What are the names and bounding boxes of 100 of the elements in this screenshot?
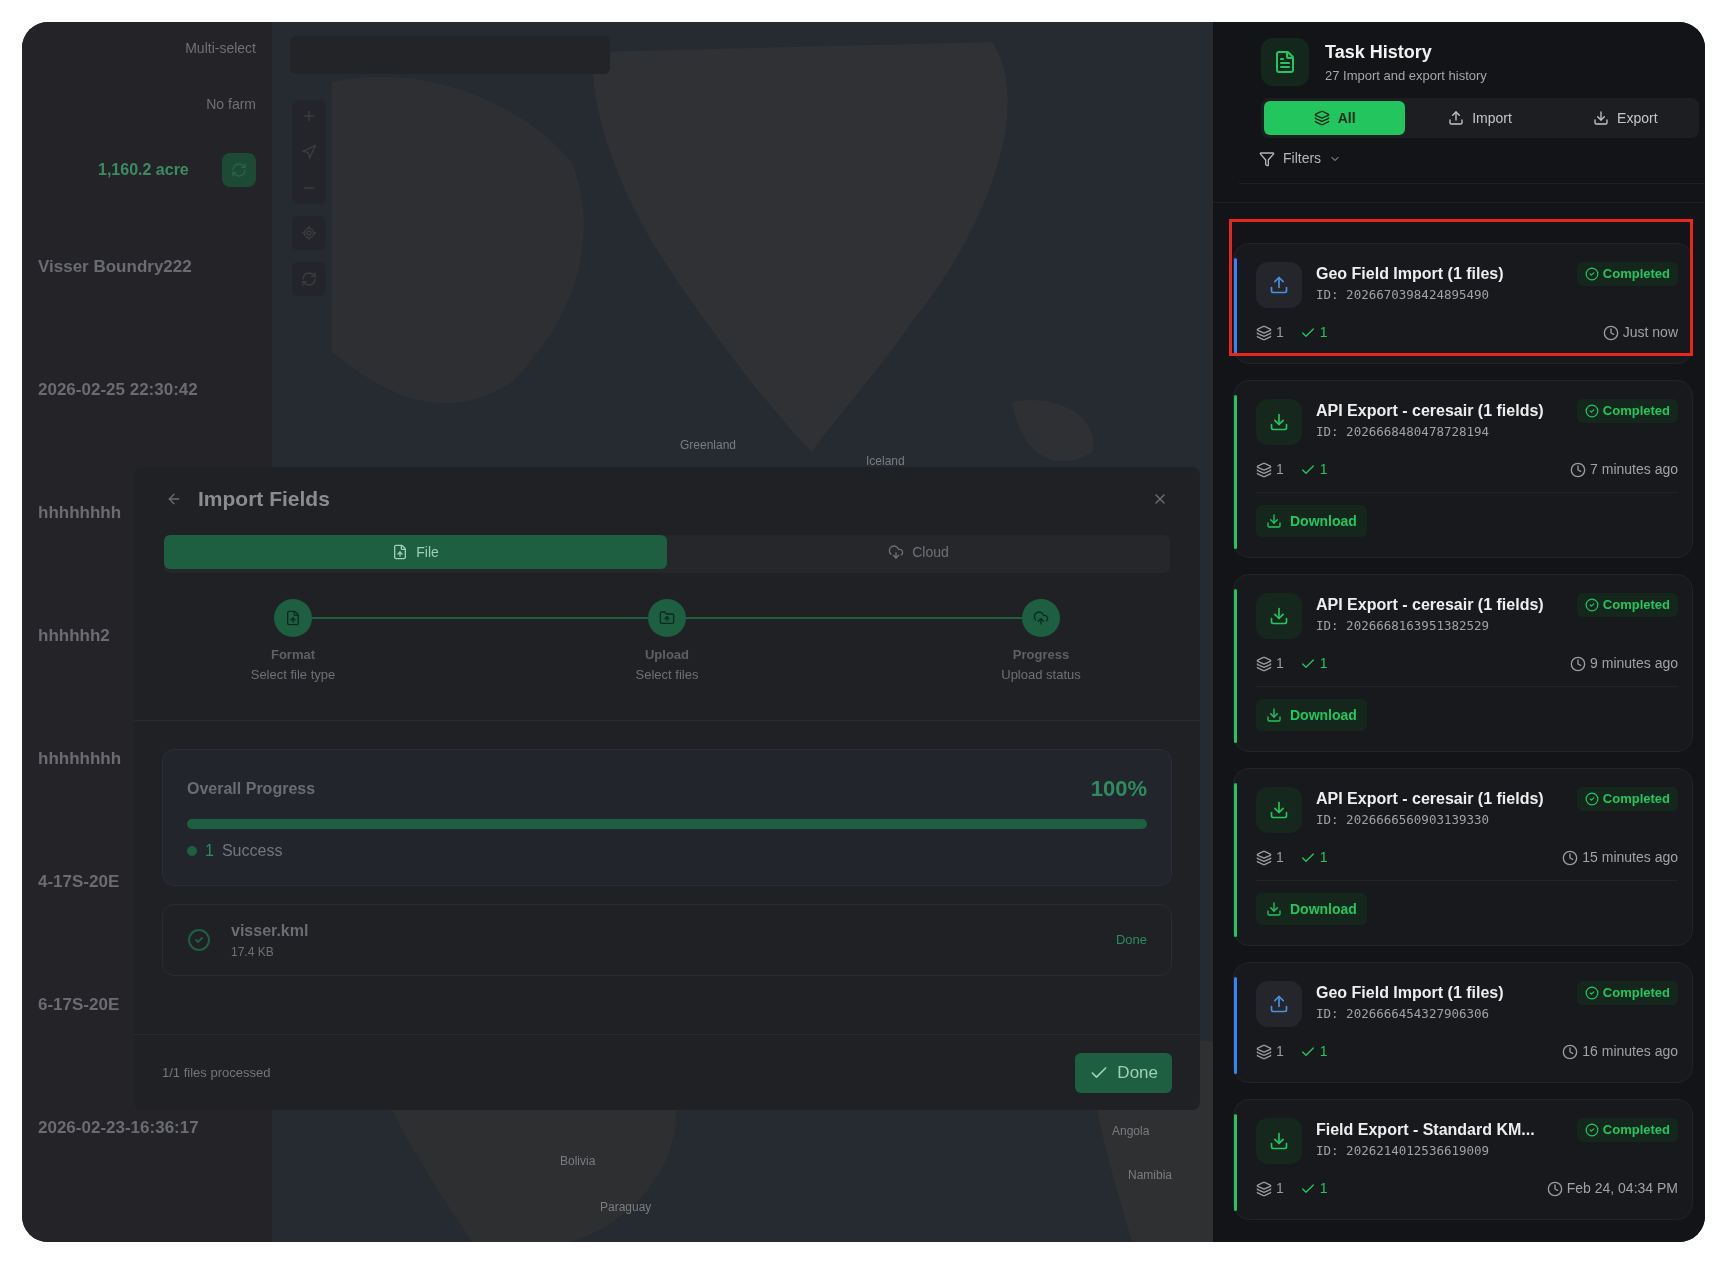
layers-icon bbox=[1256, 655, 1272, 672]
map-label: Greenland bbox=[680, 437, 737, 454]
file-count: 1 bbox=[1276, 460, 1284, 479]
panel-title: Task History bbox=[1325, 40, 1433, 64]
panel-subtitle: 27 Import and export history bbox=[1325, 66, 1487, 85]
dialog-title: Import Fields bbox=[198, 486, 330, 513]
task-id: ID: 2026670398424895490 bbox=[1316, 286, 1491, 304]
check-circle-icon bbox=[1584, 404, 1599, 418]
step-subtitle: Select files bbox=[635, 665, 699, 684]
download-icon bbox=[1269, 800, 1289, 820]
filter-tab[interactable]: Export bbox=[1554, 101, 1696, 135]
locate-icon bbox=[301, 225, 317, 241]
task-card[interactable]: Geo Field Import (1 files) ID: 2026666454327906306 Completed 1 1 16 minutes ago bbox=[1233, 962, 1693, 1083]
download-icon bbox=[1269, 1131, 1289, 1151]
step-subtitle: Select file type bbox=[250, 665, 336, 684]
task-time: Feb 24, 04:34 PM bbox=[1566, 1179, 1678, 1198]
status-badge: Completed bbox=[1576, 262, 1678, 286]
task-id: ID: 2026214012536619009 bbox=[1316, 1142, 1491, 1160]
step-icon bbox=[659, 610, 675, 626]
success-count: 1 bbox=[1319, 848, 1328, 867]
layers-icon bbox=[1256, 324, 1272, 341]
task-card[interactable]: API Export - ceresair (1 fields) ID: 2026668163951382529 Completed 1 1 9 minutes ago Download bbox=[1233, 574, 1693, 752]
clock-icon bbox=[1562, 849, 1579, 866]
success-count: 1 bbox=[1319, 1179, 1328, 1198]
task-title: Geo Field Import (1 files) bbox=[1316, 983, 1505, 1003]
check-circle-icon bbox=[1584, 267, 1599, 281]
task-title: Field Export - Standard KM... bbox=[1316, 1120, 1536, 1140]
document-icon bbox=[1273, 50, 1297, 74]
progress-percent: 100% bbox=[1090, 775, 1147, 803]
settings-button[interactable] bbox=[222, 153, 256, 187]
refresh-icon bbox=[231, 162, 247, 178]
task-title: API Export - ceresair (1 fields) bbox=[1316, 595, 1545, 615]
file-count: 1 bbox=[1276, 848, 1284, 867]
map-label: Bolivia bbox=[560, 1153, 596, 1170]
filter-tab[interactable]: Import bbox=[1409, 101, 1551, 135]
filters-button[interactable]: Filters bbox=[1259, 148, 1342, 169]
compass-icon[interactable] bbox=[301, 144, 317, 160]
map-label: Paraguay bbox=[600, 1199, 652, 1216]
task-time: 7 minutes ago bbox=[1590, 460, 1678, 479]
success-label: Success bbox=[221, 841, 283, 861]
download-icon bbox=[1266, 901, 1282, 917]
file-count: 1 bbox=[1276, 323, 1284, 342]
clock-icon bbox=[1562, 1043, 1579, 1060]
file-count: 1 bbox=[1276, 654, 1284, 673]
step-title: Progress bbox=[1012, 646, 1070, 664]
task-card[interactable]: API Export - ceresair (1 fields) ID: 2026668480478728194 Completed 1 1 7 minutes ago Download bbox=[1233, 380, 1693, 558]
files-processed: 1/1 files processed bbox=[162, 1063, 271, 1082]
back-icon[interactable] bbox=[166, 491, 182, 507]
refresh-icon bbox=[301, 271, 317, 287]
source-tab[interactable]: File bbox=[164, 535, 667, 569]
task-card[interactable]: Field Export - Standard KM... ID: 2026214012536619009 Completed 1 1 Feb 24, 04:34 PM bbox=[1233, 1099, 1693, 1220]
refresh-button[interactable] bbox=[292, 262, 326, 296]
download-button[interactable]: Download bbox=[1256, 505, 1367, 537]
check-circle-icon bbox=[1584, 986, 1599, 1000]
locate-button[interactable] bbox=[292, 216, 326, 250]
area-total: 1,160.2 acre bbox=[98, 160, 189, 180]
done-button[interactable]: Done bbox=[1075, 1052, 1172, 1093]
download-button[interactable]: Download bbox=[1256, 699, 1367, 731]
upload-icon bbox=[1269, 275, 1289, 295]
clock-icon bbox=[1546, 1180, 1563, 1197]
layers-icon bbox=[1256, 461, 1272, 478]
file-name: visser.kml bbox=[231, 921, 309, 941]
clock-icon bbox=[1570, 655, 1587, 672]
tab-icon bbox=[888, 544, 905, 560]
file-size: 17.4 KB bbox=[231, 944, 275, 961]
file-count: 1 bbox=[1276, 1042, 1284, 1061]
task-title: Geo Field Import (1 files) bbox=[1316, 264, 1505, 284]
tab-icon bbox=[392, 544, 409, 560]
task-time: 16 minutes ago bbox=[1582, 1042, 1678, 1061]
task-time: Just now bbox=[1622, 323, 1678, 342]
check-circle-icon bbox=[1584, 1123, 1599, 1137]
progress-label: Overall Progress bbox=[187, 778, 316, 799]
check-circle-icon bbox=[1584, 792, 1599, 806]
tab-icon bbox=[1313, 110, 1330, 126]
tab-icon bbox=[1448, 110, 1465, 126]
layers-icon bbox=[1256, 1180, 1272, 1197]
tab-icon bbox=[1593, 110, 1610, 126]
task-id: ID: 2026668163951382529 bbox=[1316, 617, 1491, 635]
filter-icon bbox=[1259, 150, 1275, 167]
filter-tab[interactable]: All bbox=[1264, 101, 1406, 135]
map-label: Namibia bbox=[1128, 1167, 1172, 1184]
file-count: 1 bbox=[1276, 1179, 1284, 1198]
step-title: Format bbox=[270, 646, 316, 664]
upload-icon bbox=[1269, 994, 1289, 1014]
download-icon bbox=[1269, 606, 1289, 626]
file-status: Done bbox=[1115, 931, 1147, 950]
download-icon bbox=[1266, 513, 1282, 529]
clock-icon bbox=[1602, 324, 1619, 341]
status-badge: Completed bbox=[1576, 1118, 1678, 1142]
status-badge: Completed bbox=[1576, 593, 1678, 617]
task-card[interactable]: Geo Field Import (1 files) ID: 2026670398424895490 Completed 1 1 Just now bbox=[1233, 243, 1693, 364]
step-icon bbox=[285, 610, 301, 626]
task-card[interactable]: API Export - ceresair (1 fields) ID: 2026666560903139330 Completed 1 1 15 minutes ago Download bbox=[1233, 768, 1693, 946]
task-title: API Export - ceresair (1 fields) bbox=[1316, 789, 1545, 809]
download-button[interactable]: Download bbox=[1256, 893, 1367, 925]
layers-icon bbox=[1256, 849, 1272, 866]
download-icon bbox=[1269, 412, 1289, 432]
task-id: ID: 2026666560903139330 bbox=[1316, 811, 1491, 829]
clock-icon bbox=[1570, 461, 1587, 478]
success-count: 1 bbox=[1319, 460, 1328, 479]
